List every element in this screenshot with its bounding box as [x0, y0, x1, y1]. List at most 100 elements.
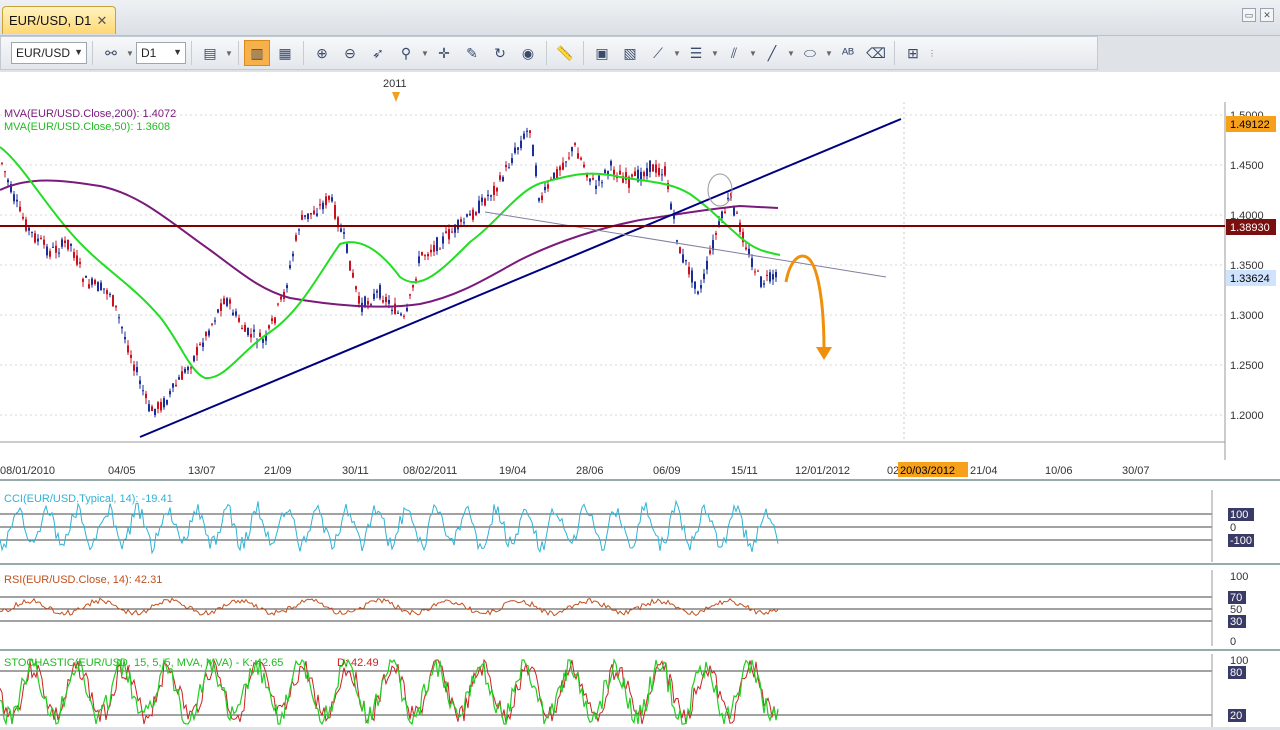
- candle-body: [532, 144, 534, 157]
- pencil-icon[interactable]: ✎: [459, 40, 485, 66]
- template-icon[interactable]: ▧: [617, 40, 643, 66]
- candle-body: [280, 296, 282, 300]
- toolbar-divider: [546, 41, 547, 65]
- stoch-tag-20: 20: [1230, 710, 1242, 722]
- chart-type-icon[interactable]: ▤: [197, 40, 223, 66]
- symbol-select[interactable]: EUR/USD ▼: [11, 42, 87, 64]
- text-icon[interactable]: ᴬᴮ: [835, 40, 861, 66]
- ruler-icon[interactable]: 📏: [552, 40, 578, 66]
- candle-body: [274, 317, 276, 324]
- chevron-down-icon[interactable]: ▼: [749, 49, 757, 58]
- main-x-ticks: 08/01/2010 04/05 13/07 21/09 30/11 08/02…: [0, 462, 1150, 477]
- chart-tab[interactable]: EUR/USD, D1 ✕: [2, 6, 116, 34]
- candle-body: [82, 278, 84, 282]
- candle-body: [58, 252, 60, 254]
- chevron-down-icon[interactable]: ▼: [421, 49, 429, 58]
- stoch-label-d: D: 42.49: [337, 657, 379, 669]
- eraser-icon[interactable]: ⌫: [863, 40, 889, 66]
- candle-body: [652, 164, 654, 172]
- svg-text:1.2500: 1.2500: [1230, 360, 1264, 372]
- ellipse-icon[interactable]: ⬭: [797, 40, 823, 66]
- candlestick-icon[interactable]: ▥: [244, 40, 270, 66]
- candle-body: [610, 161, 612, 166]
- candle-body: [394, 303, 396, 315]
- more-icon[interactable]: ⋮: [928, 49, 936, 58]
- toolbar-divider: [303, 41, 304, 65]
- candle-body: [598, 175, 600, 181]
- lines-icon[interactable]: ⟋: [645, 40, 671, 66]
- candle-body: [352, 272, 354, 278]
- candle-body: [556, 169, 558, 179]
- zoom-in-icon[interactable]: ⊕: [309, 40, 335, 66]
- chevron-down-icon[interactable]: ▼: [126, 49, 134, 58]
- chart-tab-title: EUR/USD, D1: [9, 13, 92, 28]
- candle-body: [763, 283, 765, 285]
- channel-icon[interactable]: ⫽: [721, 40, 747, 66]
- candle-body: [583, 164, 585, 168]
- close-window-icon[interactable]: ✕: [1260, 8, 1274, 22]
- candle-body: [766, 274, 768, 276]
- candle-body: [415, 279, 417, 281]
- svg-text:15/11: 15/11: [731, 465, 758, 477]
- candle-body: [349, 260, 351, 271]
- candle-body: [562, 162, 564, 170]
- candle-body: [418, 256, 420, 264]
- restore-icon[interactable]: ▭: [1242, 8, 1256, 22]
- svg-text:12/01/2012: 12/01/2012: [795, 465, 850, 477]
- candle-body: [139, 380, 141, 385]
- candle-body: [358, 296, 360, 304]
- candle-body: [151, 406, 153, 412]
- crosshair-icon[interactable]: ✛: [431, 40, 457, 66]
- cci-tag-100: 100: [1230, 509, 1248, 521]
- cci-tag-0: 0: [1230, 522, 1236, 534]
- fibonacci-icon[interactable]: ☰: [683, 40, 709, 66]
- candle-body: [460, 219, 462, 222]
- zoom-out-icon[interactable]: ⊖: [337, 40, 363, 66]
- chart-canvas[interactable]: 2011 MVA(EUR/USD.Close,200): 1.4072 MVA(…: [0, 72, 1280, 727]
- hierarchy-icon[interactable]: ⊞: [900, 40, 926, 66]
- svg-text:10/06: 10/06: [1045, 465, 1073, 477]
- price-tag-current: 1.33624: [1230, 273, 1270, 285]
- rsi-line: [0, 597, 779, 617]
- svg-text:1.4500: 1.4500: [1230, 160, 1264, 172]
- chevron-down-icon[interactable]: ▼: [225, 49, 233, 58]
- svg-text:19/04: 19/04: [499, 465, 527, 477]
- refresh-icon[interactable]: ↻: [487, 40, 513, 66]
- candle-body: [487, 194, 489, 197]
- candle-body: [493, 185, 495, 196]
- candle-body: [706, 260, 708, 270]
- candle-body: [538, 198, 540, 201]
- candle-body: [214, 320, 216, 322]
- candle-body: [298, 229, 300, 231]
- candle-body: [43, 239, 45, 245]
- candle-body: [160, 401, 162, 411]
- pointer-icon[interactable]: ➶: [365, 40, 391, 66]
- chevron-down-icon[interactable]: ▼: [787, 49, 795, 58]
- close-tab-icon[interactable]: ✕: [95, 13, 109, 29]
- pen-icon[interactable]: ╱: [759, 40, 785, 66]
- stoch-tag-100: 100: [1230, 655, 1248, 667]
- globe-icon[interactable]: ◉: [515, 40, 541, 66]
- candle-body: [769, 272, 771, 282]
- chevron-down-icon[interactable]: ▼: [825, 49, 833, 58]
- candle-body: [577, 153, 579, 159]
- chevron-down-icon[interactable]: ▼: [711, 49, 719, 58]
- candle-body: [91, 278, 93, 285]
- picture-icon[interactable]: ▣: [589, 40, 615, 66]
- candle-body: [481, 197, 483, 202]
- candle-body: [295, 235, 297, 241]
- candle-body: [208, 330, 210, 336]
- chart-toolbar: EUR/USD ▼ ⚯ ▼ D1 ▼ ▤ ▼ ▥ ▦ ⊕ ⊖ ➶ ⚲ ▼ ✛ ✎ ↻…: [0, 36, 1098, 70]
- candle-body: [319, 204, 321, 206]
- candle-body: [613, 169, 615, 175]
- chevron-down-icon[interactable]: ▼: [673, 49, 681, 58]
- cci-tag-minus100: -100: [1230, 535, 1252, 547]
- magnifier-icon[interactable]: ⚲: [393, 40, 419, 66]
- candle-body: [502, 176, 504, 182]
- timeframe-select[interactable]: D1 ▼: [136, 42, 186, 64]
- candle-body: [127, 345, 129, 353]
- candle-body: [310, 212, 312, 215]
- chart-area[interactable]: 2011 MVA(EUR/USD.Close,200): 1.4072 MVA(…: [0, 72, 1280, 727]
- compare-icon[interactable]: ⚯: [98, 40, 124, 66]
- bar-chart-icon[interactable]: ▦: [272, 40, 298, 66]
